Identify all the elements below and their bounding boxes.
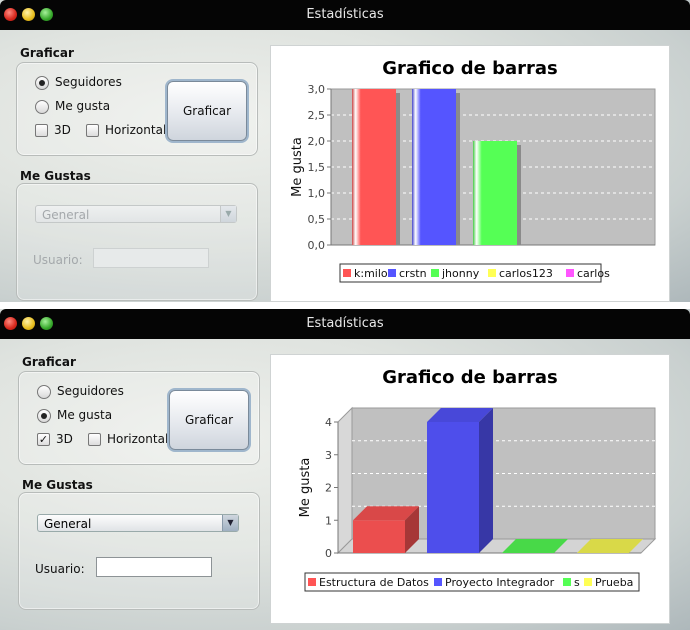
usuario-input[interactable] <box>96 557 212 577</box>
statistics-window-2: Estadísticas Graficar Seguidores Me gust… <box>0 309 690 630</box>
me-gustas-section-label: Me Gustas <box>20 169 91 183</box>
usuario-label: Usuario: <box>33 253 83 267</box>
y-tick-label: 0,5 <box>308 213 326 226</box>
usuario-input[interactable] <box>93 248 209 268</box>
graficar-section-label: Graficar <box>22 355 76 369</box>
horizontal-label: Horizontal <box>107 432 169 446</box>
title-bar: Estadísticas <box>0 309 690 339</box>
3d-label: 3D <box>54 123 71 137</box>
y-tick-label: 0 <box>325 547 332 560</box>
statistics-window-1: Estadísticas Graficar Seguidores Me gust… <box>0 0 690 302</box>
legend-label: carlos123 <box>499 267 553 280</box>
combo-value: General <box>44 517 92 531</box>
legend-label: Prueba <box>595 576 633 589</box>
y-tick-label: 1,0 <box>308 187 326 200</box>
legend-swatch <box>584 578 592 586</box>
legend-swatch <box>434 578 442 586</box>
bar <box>412 89 456 245</box>
y-axis-label: Me gusta <box>290 137 305 197</box>
y-tick-label: 4 <box>325 416 332 429</box>
usuario-label: Usuario: <box>35 562 85 576</box>
title-bar: Estadísticas <box>0 0 690 30</box>
y-tick-label: 0,0 <box>308 239 326 252</box>
graficar-panel: Seguidores Me gusta ✓ 3D Horizontal Graf… <box>18 371 260 465</box>
legend-swatch <box>566 269 574 277</box>
y-tick-label: 1,5 <box>308 161 326 174</box>
me-gustas-combo[interactable]: General ▼ <box>37 514 239 532</box>
graficar-section-label: Graficar <box>20 46 74 60</box>
y-tick-label: 3 <box>325 449 332 462</box>
3d-checkbox[interactable]: ✓ <box>37 433 50 446</box>
legend-swatch <box>563 578 571 586</box>
bar-chart: 0,0 0,5 1,0 1,5 2,0 2,5 3,0 Me gusta k:milo crstn… <box>290 83 656 283</box>
bar-side <box>479 408 493 553</box>
bar <box>353 520 405 553</box>
legend-label: k:milo <box>354 267 388 280</box>
graficar-button[interactable]: Graficar <box>167 81 247 141</box>
horizontal-label: Horizontal <box>105 123 167 137</box>
seguidores-radio[interactable] <box>37 385 51 399</box>
y-tick-label: 2,5 <box>308 109 326 122</box>
legend-label: carlos <box>577 267 610 280</box>
legend-label: s <box>574 576 580 589</box>
graficar-panel: Seguidores Me gusta 3D Horizontal Grafic… <box>16 62 258 156</box>
bar-chart: 0 1 2 3 4 Me gusta Estructura de Datos Proyecto… <box>298 406 657 592</box>
window-title: Estadísticas <box>306 7 384 22</box>
me-gusta-label: Me gusta <box>57 408 113 422</box>
horizontal-checkbox[interactable] <box>88 433 101 446</box>
chevron-down-icon: ▼ <box>220 206 236 222</box>
legend-swatch <box>488 269 496 277</box>
chart-panel: Grafico de barras 0 1 2 3 4 Me gusta Estructur… <box>270 354 670 624</box>
me-gusta-radio[interactable] <box>37 409 51 423</box>
plot-side-wall <box>337 406 353 555</box>
legend-label: crstn <box>399 267 427 280</box>
horizontal-checkbox[interactable] <box>86 124 99 137</box>
legend-label: Proyecto Integrador <box>445 576 555 589</box>
legend-swatch <box>388 269 396 277</box>
window-title: Estadísticas <box>306 316 384 331</box>
combo-value: General <box>42 208 90 222</box>
bar <box>473 141 517 245</box>
seguidores-label: Seguidores <box>55 75 122 89</box>
me-gustas-panel: General ▼ Usuario: <box>18 492 260 610</box>
y-axis-label: Me gusta <box>298 458 313 518</box>
3d-label: 3D <box>56 432 73 446</box>
me-gusta-label: Me gusta <box>55 99 111 113</box>
y-tick-label: 3,0 <box>308 83 326 96</box>
bar <box>427 422 479 553</box>
legend-label: Estructura de Datos <box>319 576 429 589</box>
bar <box>352 89 396 245</box>
3d-checkbox[interactable] <box>35 124 48 137</box>
me-gustas-combo[interactable]: General ▼ <box>35 205 237 223</box>
seguidores-radio[interactable] <box>35 76 49 90</box>
y-tick-label: 2,0 <box>308 135 326 148</box>
legend-label: jhonny <box>441 267 480 280</box>
seguidores-label: Seguidores <box>57 384 124 398</box>
legend-swatch <box>343 269 351 277</box>
me-gusta-radio[interactable] <box>35 100 49 114</box>
me-gustas-section-label: Me Gustas <box>22 478 93 492</box>
me-gustas-panel: General ▼ Usuario: <box>16 183 258 301</box>
chevron-down-icon: ▼ <box>222 515 238 531</box>
y-tick-label: 2 <box>325 482 332 495</box>
legend-swatch <box>308 578 316 586</box>
chart-panel: Grafico de barras 0,0 0,5 1,0 1,5 2,0 2,5 3,0 M… <box>270 45 670 302</box>
y-tick-label: 1 <box>325 514 332 527</box>
legend-swatch <box>431 269 439 277</box>
graficar-button[interactable]: Graficar <box>169 390 249 450</box>
